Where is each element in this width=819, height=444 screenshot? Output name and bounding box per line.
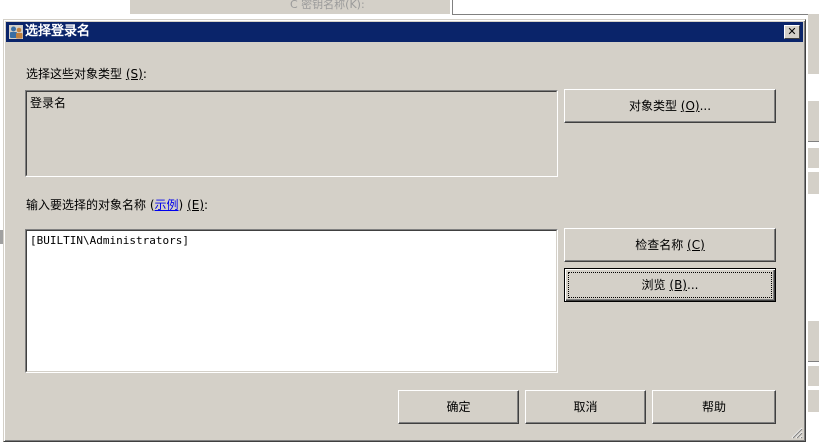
object-types-field: 登录名	[25, 90, 558, 177]
object-names-label: 输入要选择的对象名称 (示例) (E):	[26, 196, 208, 213]
background-button	[808, 100, 819, 142]
object-types-button[interactable]: 对象类型 (O)...	[564, 89, 776, 123]
users-icon	[9, 25, 23, 39]
close-icon: ✕	[787, 25, 797, 38]
object-types-label-colon: :	[142, 67, 147, 81]
resize-grip-icon[interactable]	[791, 427, 803, 439]
close-button[interactable]: ✕	[784, 25, 800, 39]
background-panel: C 密钥名称(K):	[130, 0, 450, 14]
check-names-button-accelerator: (C)	[687, 238, 705, 252]
object-types-accelerator: (S)	[125, 67, 143, 81]
background-strip	[808, 366, 819, 386]
ok-button[interactable]: 确定	[398, 390, 519, 424]
object-types-button-label: 对象类型	[628, 99, 677, 113]
check-names-button[interactable]: 检查名称 (C)	[564, 228, 776, 262]
background-strip	[808, 390, 819, 412]
object-types-value: 登录名	[30, 96, 67, 110]
background-field	[452, 0, 808, 15]
dialog-title: 选择登录名	[25, 24, 91, 39]
background-strip	[808, 14, 819, 74]
background-strip	[808, 148, 819, 168]
cancel-button[interactable]: 取消	[525, 390, 646, 424]
examples-link-close-paren: )	[178, 198, 184, 212]
ok-button-label: 确定	[446, 400, 471, 414]
object-names-label-colon: :	[204, 198, 209, 212]
background-button	[808, 320, 819, 362]
select-login-dialog: 选择登录名 ✕ 选择这些对象类型 (S): 登录名 对象类型 (O)... 输入…	[3, 19, 806, 442]
object-types-label-text: 选择这些对象类型	[26, 67, 123, 81]
help-button[interactable]: 帮助	[652, 390, 776, 424]
object-names-input[interactable]: [BUILTIN\Administrators]	[25, 229, 558, 373]
object-names-label-text: 输入要选择的对象名称	[26, 198, 147, 212]
background-strip	[808, 172, 819, 194]
object-names-value: [BUILTIN\Administrators]	[30, 234, 189, 247]
check-names-button-label: 检查名称	[635, 238, 684, 252]
object-types-label: 选择这些对象类型 (S):	[26, 65, 147, 82]
cancel-button-label: 取消	[573, 400, 598, 414]
background-radio-label: C 密钥名称(K):	[290, 0, 365, 11]
object-names-accelerator: (E)	[187, 198, 205, 212]
object-types-button-ellipsis: ...	[699, 99, 712, 113]
object-types-button-accelerator: (O)	[680, 99, 700, 113]
focus-rectangle	[568, 272, 772, 298]
help-button-label: 帮助	[701, 400, 726, 414]
title-bar[interactable]: 选择登录名 ✕	[6, 22, 803, 42]
browse-button[interactable]: 浏览 (B)...	[564, 268, 776, 302]
examples-link[interactable]: 示例	[155, 198, 179, 212]
